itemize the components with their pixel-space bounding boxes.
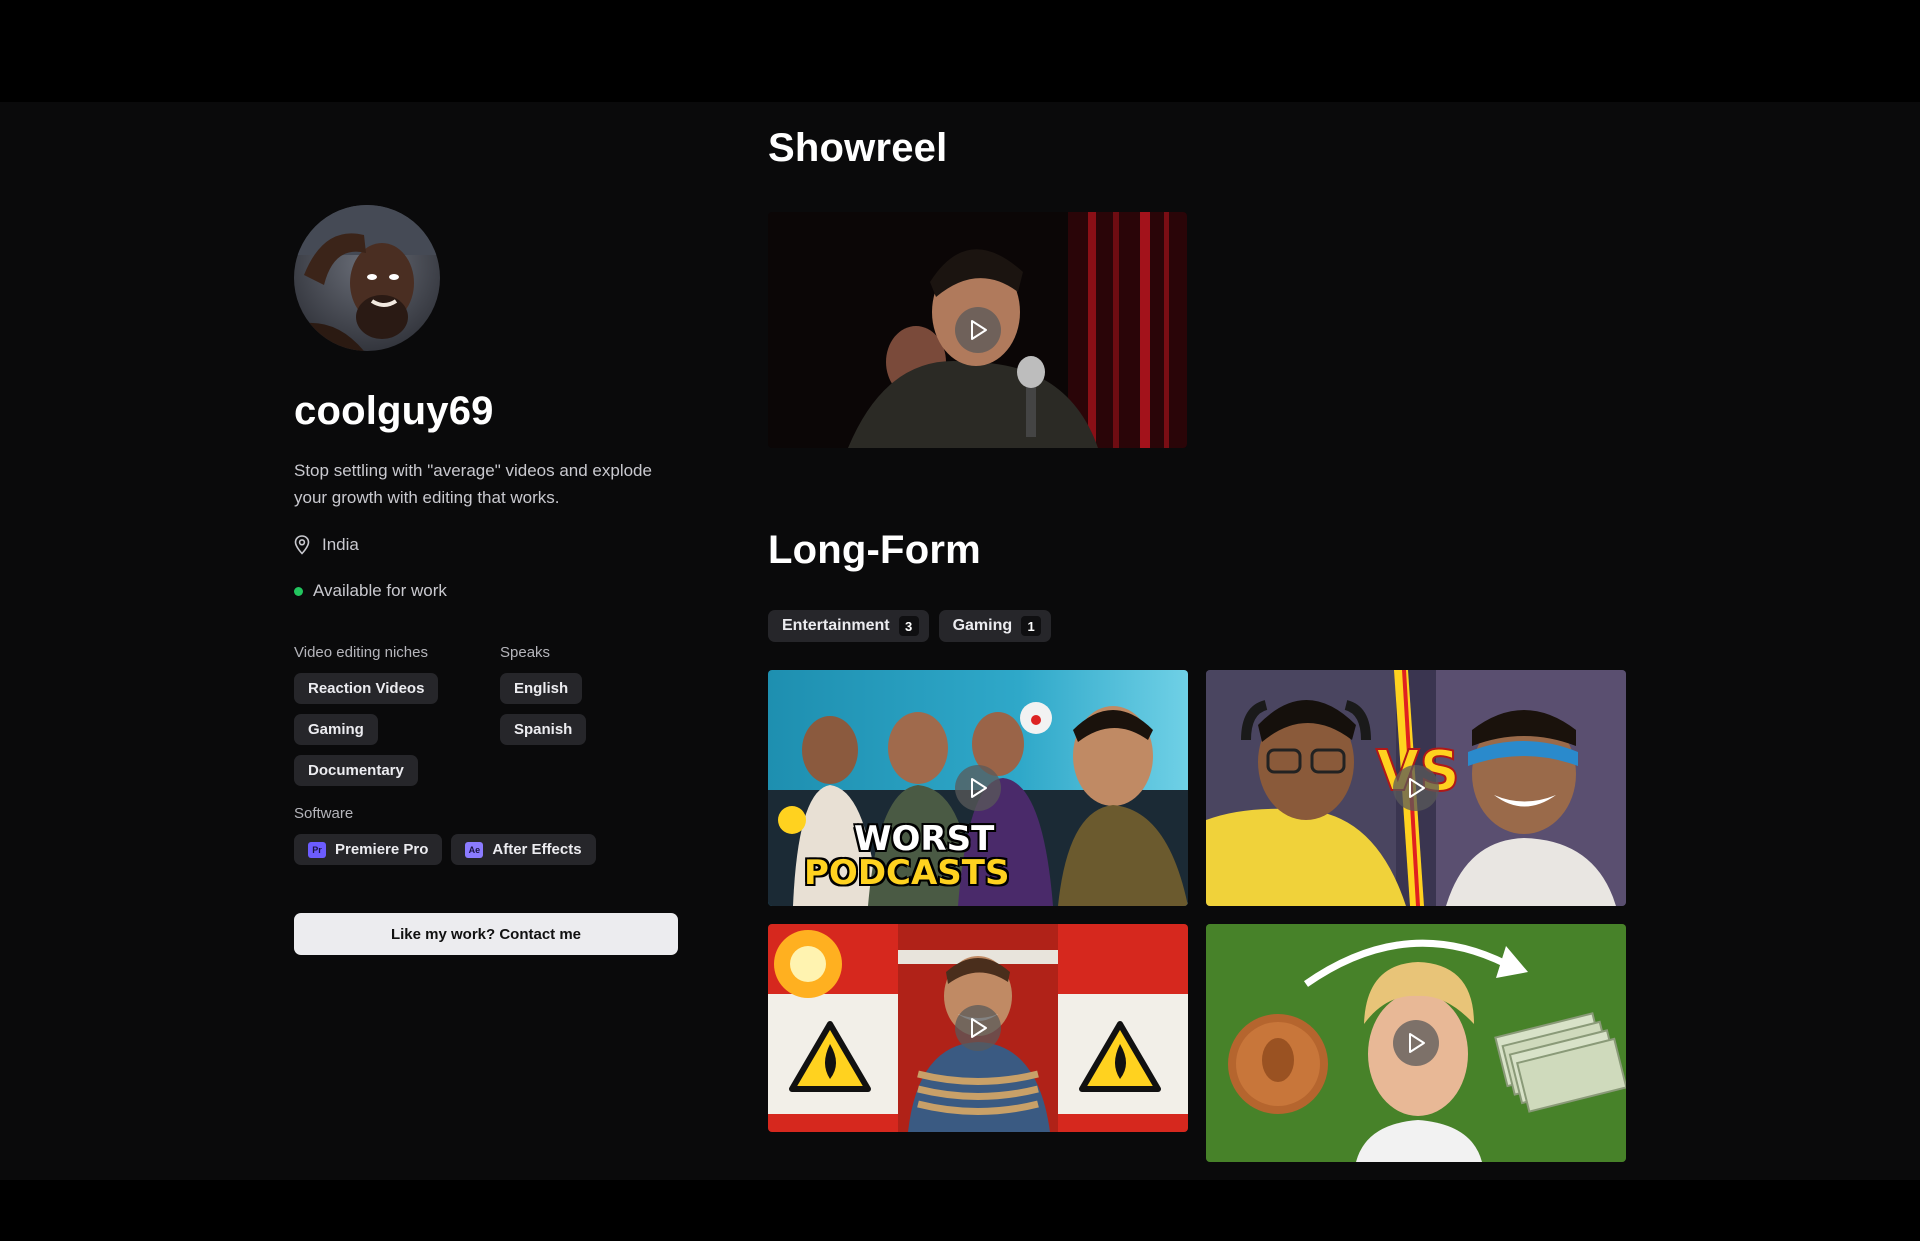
language-chip-spanish: Spanish	[500, 714, 587, 745]
video-card-barrels[interactable]	[768, 924, 1188, 1132]
thumbnail-caption: WORST PODCASTS	[804, 822, 1009, 890]
filter-count-badge: 1	[1021, 616, 1042, 636]
category-filters: Entertainment 3 Gaming 1	[768, 610, 1061, 642]
location-row: India	[294, 533, 678, 557]
status-dot-icon	[294, 586, 303, 596]
showreel-title: Showreel	[768, 126, 948, 170]
top-letterbox	[0, 0, 1920, 102]
niches-group: Video editing niches Reaction Videos Gam…	[294, 643, 500, 796]
play-icon[interactable]	[955, 765, 1001, 811]
filter-entertainment[interactable]: Entertainment 3	[768, 610, 929, 642]
play-icon[interactable]	[954, 307, 1001, 353]
niches-label: Video editing niches	[294, 644, 428, 661]
username: coolguy69	[294, 389, 494, 433]
filter-count-badge: 3	[898, 616, 919, 636]
filter-gaming[interactable]: Gaming 1	[938, 610, 1052, 642]
speaks-label: Speaks	[500, 644, 551, 661]
software-chip-premiere-pro: Pr Premiere Pro	[294, 834, 443, 865]
niche-chip-reaction-videos: Reaction Videos	[294, 673, 439, 704]
language-chip-english: English	[500, 673, 583, 704]
location-pin-icon	[294, 535, 310, 555]
video-card-penny[interactable]	[1206, 924, 1626, 1162]
premiere-pro-icon: Pr	[308, 841, 326, 858]
video-card-vs[interactable]: VS	[1206, 670, 1626, 906]
avatar-image	[294, 205, 440, 351]
showreel-video[interactable]	[768, 212, 1187, 448]
filter-label: Gaming	[952, 617, 1013, 634]
caption-line-2: PODCASTS	[804, 853, 1010, 893]
profile-sidebar: coolguy69 Stop settling with "average" v…	[294, 205, 678, 955]
software-label: Software	[294, 805, 354, 822]
software-group: Software Pr Premiere Pro Ae After Effect…	[294, 804, 678, 875]
longform-title: Long-Form	[768, 528, 981, 572]
portfolio-page: coolguy69 Stop settling with "average" v…	[0, 102, 1920, 1180]
availability-row: Available for work	[294, 579, 678, 603]
avatar	[294, 205, 440, 351]
after-effects-icon: Ae	[465, 841, 484, 858]
skills-groups: Video editing niches Reaction Videos Gam…	[294, 643, 678, 796]
bio: Stop settling with "average" videos and …	[294, 461, 652, 507]
software-chip-after-effects: Ae After Effects	[451, 834, 596, 865]
languages-group: Speaks English Spanish	[500, 643, 678, 796]
software-name: Premiere Pro	[335, 841, 429, 858]
play-icon[interactable]	[1393, 765, 1439, 811]
location-text: India	[322, 535, 359, 554]
availability-text: Available for work	[313, 581, 447, 600]
niche-chip-documentary: Documentary	[294, 755, 418, 786]
niche-chip-gaming: Gaming	[294, 714, 378, 745]
caption-line-1: WORST	[854, 819, 995, 859]
software-name: After Effects	[492, 841, 582, 858]
software-list: Pr Premiere Pro Ae After Effects	[294, 834, 678, 875]
languages-list: English Spanish	[500, 673, 678, 755]
filter-label: Entertainment	[782, 617, 890, 634]
play-icon[interactable]	[955, 1005, 1001, 1051]
bottom-letterbox	[0, 1180, 1920, 1241]
contact-button[interactable]: Like my work? Contact me	[294, 913, 678, 955]
niches-list: Reaction Videos Gaming Documentary	[294, 673, 500, 796]
video-card-worst-podcasts[interactable]: WORST PODCASTS	[768, 670, 1188, 906]
play-icon[interactable]	[1393, 1020, 1439, 1066]
